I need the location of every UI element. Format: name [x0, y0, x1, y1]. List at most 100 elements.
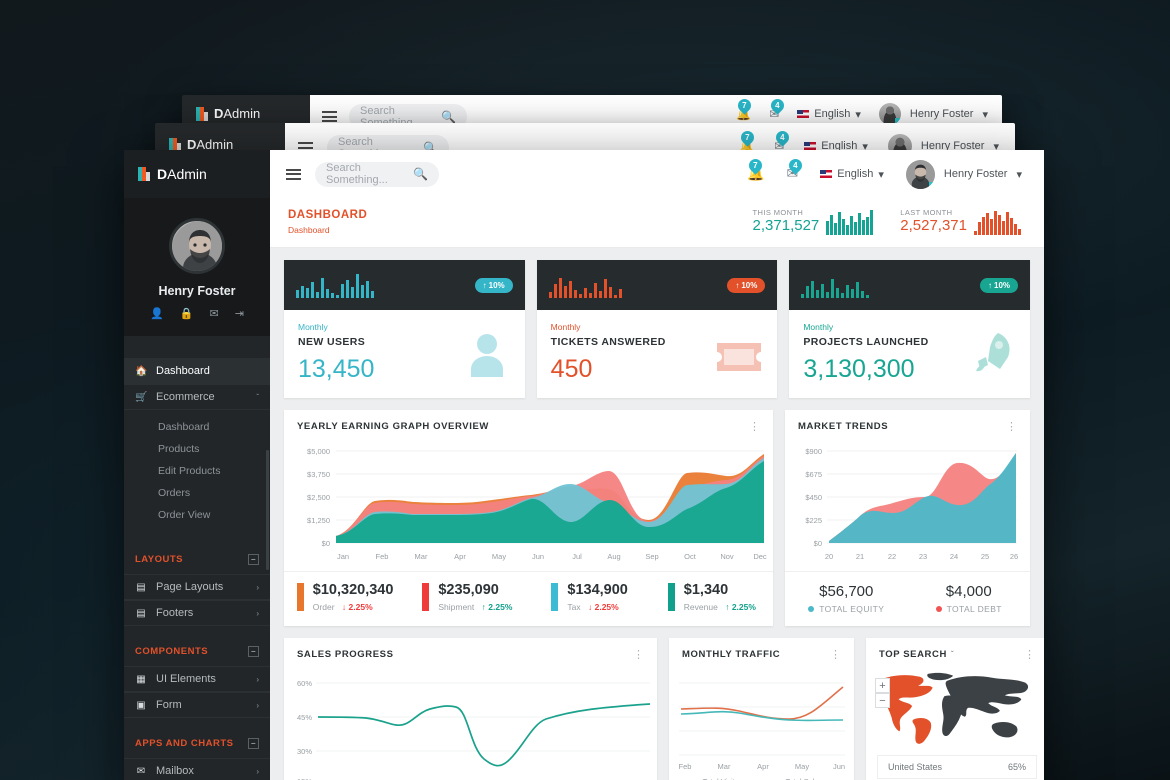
search-icon[interactable]: 🔍: [413, 167, 428, 181]
messages-button[interactable]: 4 ✉: [785, 156, 805, 183]
svg-text:$0: $0: [322, 539, 330, 548]
panel-menu-button[interactable]: ⋮: [749, 421, 760, 432]
submenu-item-orders[interactable]: Orders: [124, 482, 270, 504]
svg-text:Mar: Mar: [718, 762, 731, 771]
svg-text:26: 26: [1010, 552, 1018, 561]
user-menu[interactable]: Henry Foster ▾: [878, 103, 988, 125]
map-zoom-out-button[interactable]: −: [875, 693, 890, 708]
panel-menu-button[interactable]: ⋮: [830, 649, 841, 660]
page-title: DASHBOARD: [288, 209, 368, 221]
map-zoom-controls: + −: [875, 678, 890, 708]
svg-text:$1,250: $1,250: [307, 516, 330, 525]
legend-value: $235,090: [438, 582, 499, 598]
hamburger-icon[interactable]: [286, 168, 301, 180]
collapse-icon[interactable]: −: [248, 645, 259, 657]
submenu-item-edit-products[interactable]: Edit Products: [124, 460, 270, 482]
legend-item-total-equity: $56,700 TOTAL EQUITY: [785, 583, 908, 614]
user-menu[interactable]: Henry Foster ▾: [905, 159, 1022, 189]
chevron-down-icon: ▾: [878, 168, 884, 181]
trend-arrow: ↑: [725, 601, 730, 612]
page-header: DASHBOARD Dashboard THIS MONTH 2,371,527: [270, 198, 1044, 248]
panel-title: MARKET TRENDS: [798, 421, 889, 432]
profile-actions: 👤 🔒 ✉ ⇥: [124, 307, 270, 320]
sidebar-item-dashboard[interactable]: 🏠 Dashboard: [124, 358, 270, 384]
submenu-item-dashboard[interactable]: Dashboard: [124, 416, 270, 438]
svg-text:Apr: Apr: [454, 552, 466, 561]
legend-item-revenue: $1,340 Revenue ↑ 2.25%: [651, 582, 773, 612]
sidebar-section-layouts: LAYOUTS −: [124, 544, 270, 574]
notifications-button[interactable]: 7 🔔: [735, 96, 754, 123]
search-icon: 🔍: [441, 109, 456, 124]
sparkline-this-month: [826, 210, 874, 235]
country-label: United States: [888, 762, 943, 772]
sidebar-spacer: [124, 336, 270, 358]
world-map[interactable]: [877, 669, 1037, 747]
grid-icon: ▤: [136, 607, 146, 619]
trend-arrow: ↓: [341, 601, 347, 612]
stat-last-month: LAST MONTH 2,527,371: [900, 208, 1022, 235]
language-selector[interactable]: English ▾: [820, 168, 884, 181]
svg-text:$900: $900: [805, 447, 822, 456]
svg-text:Feb: Feb: [376, 552, 389, 561]
panel-sales-progress: SALES PROGRESS ⋮ 60%45% 30%15%: [284, 638, 657, 780]
sidebar-item-page-layouts[interactable]: ▤ Page Layouts ›: [124, 574, 270, 600]
sidebar-brand[interactable]: DAdmin: [124, 150, 270, 198]
panel-menu-button[interactable]: ⋮: [1006, 421, 1017, 432]
logo-bars-icon: [138, 167, 150, 181]
trend-arrow: ↑: [481, 601, 486, 612]
hamburger-icon[interactable]: [322, 111, 337, 122]
grid-icon: ▤: [136, 581, 146, 593]
collapse-icon[interactable]: −: [248, 737, 259, 749]
dashboard-scroll-area[interactable]: ↑ 10% Monthly NEW USERS 13,450 ↑ 10% Mon…: [270, 248, 1044, 780]
card-period: Monthly: [550, 322, 581, 332]
cart-icon: 🛒: [135, 391, 148, 403]
svg-text:21: 21: [856, 552, 864, 561]
panel-top-search: TOP SEARCH ˇ ⋮ + − United States 65%: [866, 638, 1044, 780]
sidebar-item-footers[interactable]: ▤ Footers ›: [124, 600, 270, 626]
sidebar-item-mailbox[interactable]: ✉ Mailbox ›: [124, 758, 270, 780]
stat-card-projects-launched: ↑ 10% Monthly PROJECTS LAUNCHED 3,130,300: [789, 260, 1031, 398]
logout-icon[interactable]: ⇥: [235, 307, 244, 320]
collapse-icon[interactable]: −: [248, 553, 259, 565]
panel-menu-button[interactable]: ⋮: [633, 649, 644, 660]
chevron-down-icon: ˇ: [256, 392, 259, 402]
ticket-icon: [715, 337, 763, 382]
stat-card-tickets-answered: ↑ 10% Monthly TICKETS ANSWERED 450: [536, 260, 778, 398]
legend-item-shipment: $235,090 Shipment ↑ 2.25%: [406, 582, 528, 612]
map-zoom-in-button[interactable]: +: [875, 678, 890, 693]
search-input[interactable]: Search Something... 🔍: [315, 161, 439, 187]
submenu-item-order-view[interactable]: Order View: [124, 504, 270, 526]
legend-label: Revenue: [683, 601, 718, 612]
trend-badge: ↑ 10%: [474, 277, 513, 293]
sidebar-item-form[interactable]: ▣ Form ›: [124, 692, 270, 718]
language-selector[interactable]: English ▾: [797, 108, 861, 121]
legend-color-dot: [935, 606, 942, 612]
chevron-down-icon[interactable]: ˇ: [951, 650, 954, 659]
user-icon[interactable]: 👤: [150, 307, 164, 320]
content-area: Search Something... 🔍 7 🔔 4 ✉ English ▾: [270, 150, 1044, 780]
map-region-eurasia-africa: [927, 672, 1029, 738]
legend-value: $56,700: [819, 583, 874, 600]
sidebar-item-label: Mailbox: [156, 765, 194, 777]
panel-market-trends: MARKET TRENDS ⋮ $900 $675 $450 $225 $0 2…: [785, 410, 1030, 626]
dashboard-window: DAdmin Henry Foster 👤 🔒 ✉ ⇥ 🏠 Dashboard …: [124, 150, 1044, 780]
us-flag-icon: [820, 170, 833, 178]
sparkline-bars-icon: [801, 279, 870, 298]
svg-text:Mar: Mar: [415, 552, 428, 561]
sidebar-item-ui-elements[interactable]: ▦ UI Elements ›: [124, 666, 270, 692]
legend-pct: 2.25%: [348, 601, 373, 612]
svg-text:22: 22: [888, 552, 896, 561]
notifications-button[interactable]: 7 🔔: [746, 156, 765, 183]
svg-text:May: May: [492, 552, 506, 561]
submenu-item-products[interactable]: Products: [124, 438, 270, 460]
monthly-traffic-chart: FebMarApr MayJun Total Visitors Total Sa…: [679, 682, 845, 780]
svg-text:Jun: Jun: [833, 762, 845, 771]
panel-menu-button[interactable]: ⋮: [1024, 649, 1035, 660]
lock-icon[interactable]: 🔒: [180, 307, 194, 320]
top-navbar: Search Something... 🔍 7 🔔 4 ✉ English ▾: [270, 150, 1044, 198]
mail-icon[interactable]: ✉: [209, 307, 218, 320]
messages-button[interactable]: 4 ✉: [768, 96, 787, 123]
sidebar-scrollbar[interactable]: [266, 450, 269, 570]
sidebar-item-ecommerce[interactable]: 🛒 Ecommerce ˇ: [124, 384, 270, 410]
top-search-row[interactable]: United States 65%: [877, 755, 1037, 779]
